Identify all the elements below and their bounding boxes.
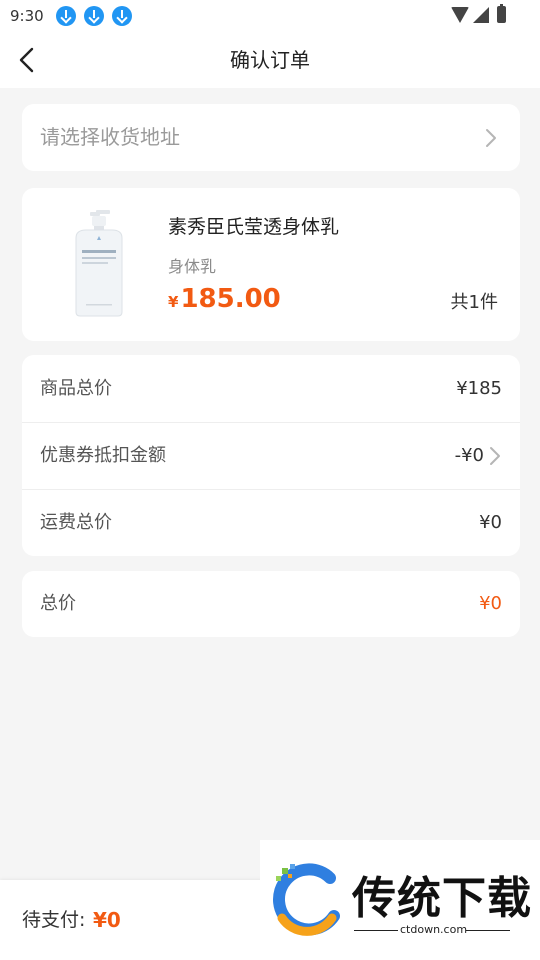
product-card: 素秀臣氏莹透身体乳 身体乳 ¥185.00 共1件 — [22, 188, 520, 341]
product-quantity: 共1件 — [450, 292, 498, 313]
battery-icon — [497, 4, 506, 23]
coupon-value: -¥0 — [454, 445, 484, 466]
status-time: 9:30 — [10, 7, 44, 25]
price-value: 185.00 — [180, 284, 281, 314]
product-spec: 身体乳 — [168, 257, 217, 276]
address-selector[interactable]: 请选择收货地址 — [22, 104, 520, 171]
download-icon — [83, 6, 104, 26]
goods-total-label: 商品总价 — [40, 378, 112, 399]
page-title: 确认订单 — [230, 48, 310, 72]
chevron-right-icon — [484, 128, 498, 152]
pay-amount: ¥0 — [93, 908, 121, 932]
shipping-value: ¥0 — [479, 512, 502, 533]
watermark-logo-icon — [273, 863, 340, 936]
product-price: ¥185.00 — [168, 284, 281, 314]
signal-icon — [473, 6, 489, 23]
price-summary: 商品总价 ¥185 优惠券抵扣金额 -¥0 运费总价 ¥0 — [22, 355, 520, 556]
watermark-line — [354, 930, 398, 931]
price-currency-symbol: ¥ — [168, 293, 179, 311]
watermark: 传统下载 ctdown.com — [260, 840, 540, 960]
total-value: ¥0 — [479, 593, 502, 614]
coupon-label: 优惠券抵扣金额 — [40, 445, 166, 466]
product-name: 素秀臣氏莹透身体乳 — [168, 216, 340, 238]
nav-header: 确认订单 — [0, 32, 540, 88]
watermark-domain: ctdown.com — [400, 923, 468, 936]
goods-total-value: ¥185 — [456, 378, 502, 399]
status-bar: 9:30 — [0, 0, 540, 32]
download-icon — [111, 6, 132, 26]
address-placeholder: 请选择收货地址 — [40, 125, 180, 149]
status-indicators — [451, 4, 506, 23]
watermark-title: 传统下载 — [352, 873, 532, 924]
wifi-icon — [451, 6, 469, 23]
goods-total-row: 商品总价 ¥185 — [22, 355, 520, 422]
pay-label: 待支付: — [22, 909, 86, 931]
chevron-right-icon — [488, 446, 502, 470]
coupon-row[interactable]: 优惠券抵扣金额 -¥0 — [22, 422, 520, 489]
shipping-label: 运费总价 — [40, 512, 112, 533]
download-icon — [55, 6, 76, 26]
watermark-line — [466, 930, 510, 931]
total-label: 总价 — [40, 593, 76, 614]
product-image — [75, 210, 123, 317]
shipping-row: 运费总价 ¥0 — [22, 489, 520, 556]
total-card: 总价 ¥0 — [22, 571, 520, 637]
